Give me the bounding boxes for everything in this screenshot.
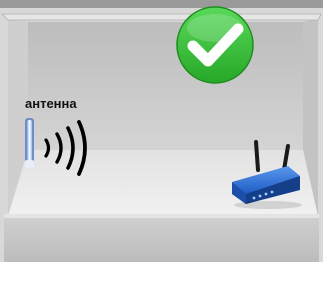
front-wall-top xyxy=(4,214,319,218)
top-edge xyxy=(0,0,323,8)
room-diagram: антенна xyxy=(0,0,323,283)
front-wall xyxy=(4,216,319,262)
room-scene xyxy=(0,0,323,283)
antenna-panel xyxy=(25,118,34,168)
bottom-margin xyxy=(0,262,323,283)
antenna-label: антенна xyxy=(25,96,77,111)
checkmark-icon xyxy=(176,6,254,84)
wall-rim xyxy=(1,13,322,21)
